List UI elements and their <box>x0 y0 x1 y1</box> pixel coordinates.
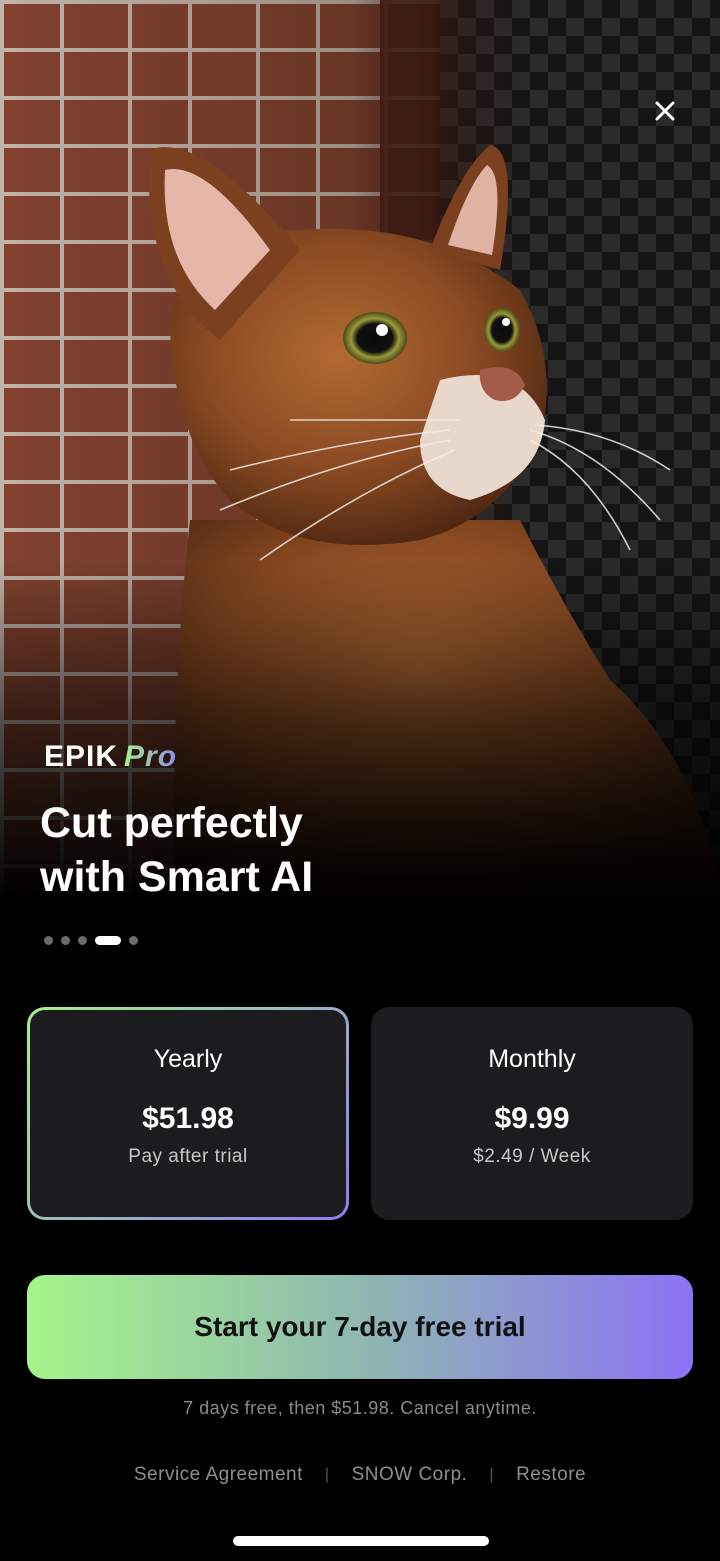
start-trial-label: Start your 7-day free trial <box>194 1311 526 1342</box>
page-dot[interactable] <box>61 936 70 945</box>
plan-price: $51.98 <box>142 1102 234 1135</box>
snow-corp-link[interactable]: SNOW Corp. <box>352 1464 468 1486</box>
plan-subtext: $2.49 / Week <box>473 1146 591 1167</box>
carousel-pagination[interactable] <box>44 936 138 945</box>
plan-card-yearly[interactable]: Yearly $51.98 Pay after trial <box>27 1007 349 1220</box>
plan-name: Yearly <box>153 1045 223 1073</box>
brand-tier: Pro <box>124 740 178 773</box>
brand-name: EPIK <box>44 740 119 773</box>
headline: Cut perfectly with Smart AI <box>40 799 314 901</box>
footer-separator: | <box>324 1466 330 1483</box>
restore-link[interactable]: Restore <box>516 1464 586 1486</box>
footer-links: Service Agreement | SNOW Corp. | Restore <box>0 1464 720 1486</box>
page-dot[interactable] <box>44 936 53 945</box>
close-button[interactable] <box>644 90 686 132</box>
page-dot[interactable] <box>129 936 138 945</box>
page-dot[interactable] <box>78 936 87 945</box>
page-dot-active[interactable] <box>95 936 121 945</box>
brand-logo: EPIK Pro <box>44 740 177 774</box>
home-indicator <box>233 1536 489 1546</box>
service-agreement-link[interactable]: Service Agreement <box>134 1464 303 1486</box>
trial-terms-text: 7 days free, then $51.98. Cancel anytime… <box>183 1398 537 1418</box>
start-trial-button[interactable]: Start your 7-day free trial <box>27 1275 693 1379</box>
plan-name: Monthly <box>488 1045 576 1073</box>
plan-subtext: Pay after trial <box>128 1146 248 1167</box>
footer-separator: | <box>489 1466 495 1483</box>
plan-card-monthly[interactable]: Monthly $9.99 $2.49 / Week <box>371 1007 693 1220</box>
close-icon <box>655 101 675 121</box>
plan-price: $9.99 <box>494 1102 570 1135</box>
